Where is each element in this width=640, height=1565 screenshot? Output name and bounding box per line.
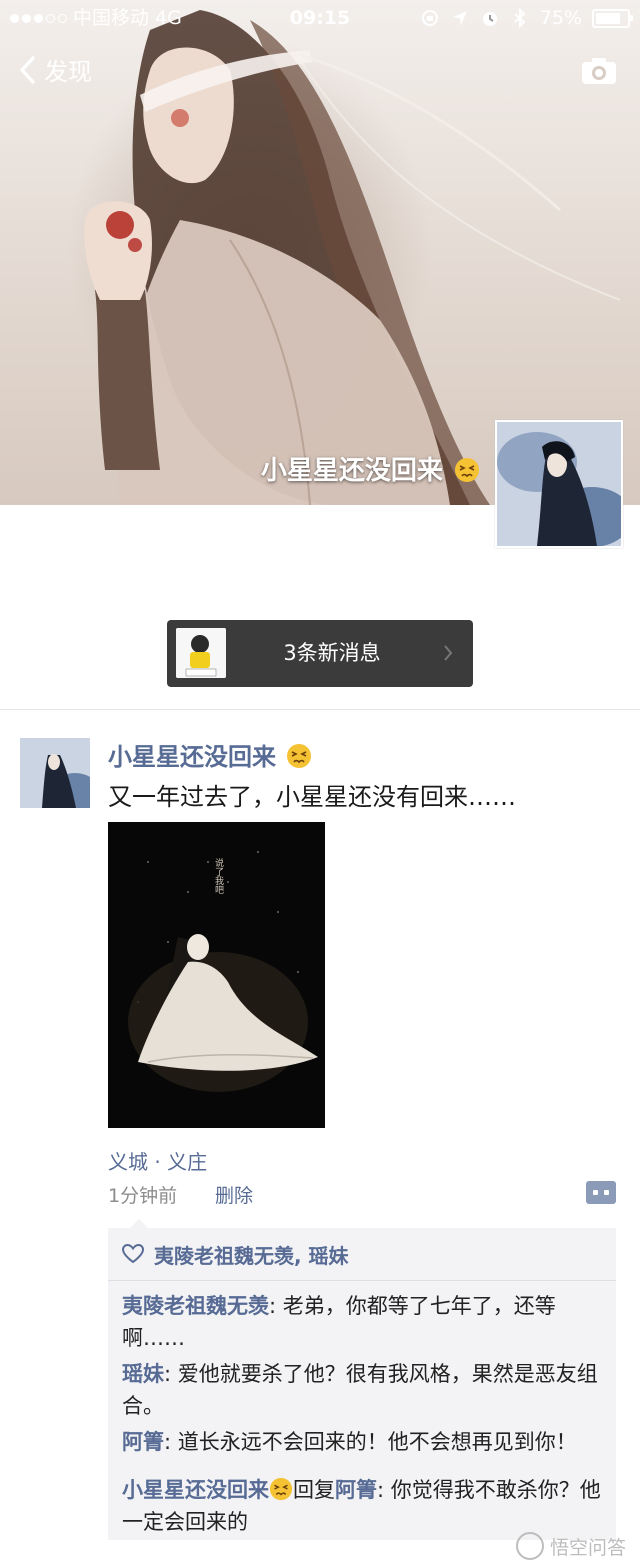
comment-more-button[interactable] bbox=[586, 1181, 616, 1204]
persevering-face-emoji-icon bbox=[455, 458, 479, 482]
battery-icon bbox=[592, 8, 633, 28]
camera-icon[interactable] bbox=[580, 56, 618, 86]
comment-item[interactable]: 小星星还没回来 回复阿箐: 你觉得我不敢杀你？他一定会回来的 bbox=[122, 1474, 606, 1538]
comment-author[interactable]: 夷陵老祖魏无羡 bbox=[122, 1294, 269, 1318]
reply-word: 回复 bbox=[293, 1478, 335, 1502]
status-icons: 75% bbox=[420, 0, 633, 36]
profile-avatar-image bbox=[497, 422, 621, 546]
chevron-right-icon bbox=[444, 645, 453, 661]
reply-to-author[interactable]: 阿箐 bbox=[335, 1478, 377, 1502]
comment-separator: : bbox=[164, 1430, 178, 1454]
comment-separator: : bbox=[377, 1478, 391, 1502]
post-author-name-text: 小星星还没回来 bbox=[108, 743, 276, 771]
comment-separator: : bbox=[164, 1362, 178, 1386]
bluetooth-icon bbox=[514, 8, 526, 28]
delete-button[interactable]: 删除 bbox=[215, 1181, 253, 1208]
comment-author[interactable]: 小星星还没回来 bbox=[122, 1478, 269, 1502]
comment-item[interactable]: 阿箐: 道长永远不会回来的！他不会想再见到你！ bbox=[122, 1426, 606, 1458]
post-author-name[interactable]: 小星星还没回来 bbox=[108, 737, 312, 772]
chevron-left-icon bbox=[20, 55, 35, 84]
persevering-face-emoji-icon bbox=[287, 744, 312, 768]
post-author-avatar[interactable] bbox=[20, 738, 90, 808]
location-icon bbox=[452, 11, 467, 25]
watermark-text: 悟空问答 bbox=[549, 1536, 626, 1559]
comment-author[interactable]: 阿箐 bbox=[122, 1430, 164, 1454]
heart-icon bbox=[122, 1244, 144, 1264]
profile-name: 小星星还没回来 bbox=[0, 450, 480, 487]
back-button[interactable]: 发现 bbox=[18, 52, 92, 87]
post-avatar-image bbox=[20, 738, 90, 808]
likes-row: 夷陵老祖魏无羡, 瑶妹 bbox=[122, 1236, 349, 1272]
comment-dot-icon bbox=[593, 1190, 598, 1195]
status-bar: 中国移动 4G 09:15 75% bbox=[0, 0, 640, 36]
profile-name-text: 小星星还没回来 bbox=[260, 456, 443, 486]
comment-item[interactable]: 夷陵老祖魏无羡: 老弟，你都等了七年了，还等啊…… bbox=[122, 1290, 606, 1354]
battery-percent: 75% bbox=[539, 7, 582, 29]
comment-item[interactable]: 瑶妹: 爱他就要杀了他？很有我风格，果然是恶友组合。 bbox=[122, 1358, 606, 1422]
comment-author[interactable]: 瑶妹 bbox=[122, 1362, 164, 1386]
persevering-face-emoji-icon bbox=[269, 1477, 293, 1501]
comment-text: 爱他就要杀了他？很有我风格，果然是恶友组合。 bbox=[122, 1362, 598, 1418]
post-time: 1分钟前 bbox=[108, 1185, 178, 1207]
interaction-panel: 夷陵老祖魏无羡, 瑶妹 夷陵老祖魏无羡: 老弟，你都等了七年了，还等啊…… 瑶妹… bbox=[108, 1219, 616, 1540]
likes-divider bbox=[108, 1280, 616, 1281]
post-image-caption: 说了我吧 bbox=[213, 857, 224, 894]
rotation-lock-icon bbox=[421, 10, 438, 26]
alarm-icon bbox=[482, 12, 497, 26]
comment-separator: : bbox=[269, 1294, 283, 1318]
profile-avatar[interactable] bbox=[495, 420, 623, 548]
wukong-logo-icon bbox=[515, 1532, 544, 1560]
divider bbox=[0, 709, 640, 710]
post-image-illustration: 说了我吧 bbox=[108, 822, 325, 1128]
post-image[interactable]: 说了我吧 bbox=[108, 822, 325, 1128]
comment-text: 道长永远不会回来的！他不会想再见到你！ bbox=[177, 1430, 577, 1454]
back-label: 发现 bbox=[44, 58, 92, 86]
comment-dot-icon bbox=[604, 1190, 609, 1195]
post-location[interactable]: 义城 · 义庄 bbox=[108, 1146, 207, 1175]
post-text: 又一年过去了，小星星还没有回来…… bbox=[108, 783, 516, 811]
watermark: 悟空问答 bbox=[515, 1532, 626, 1560]
new-messages-button[interactable]: 3条新消息 bbox=[167, 620, 473, 687]
likes-names[interactable]: 夷陵老祖魏无羡, 瑶妹 bbox=[154, 1240, 349, 1269]
